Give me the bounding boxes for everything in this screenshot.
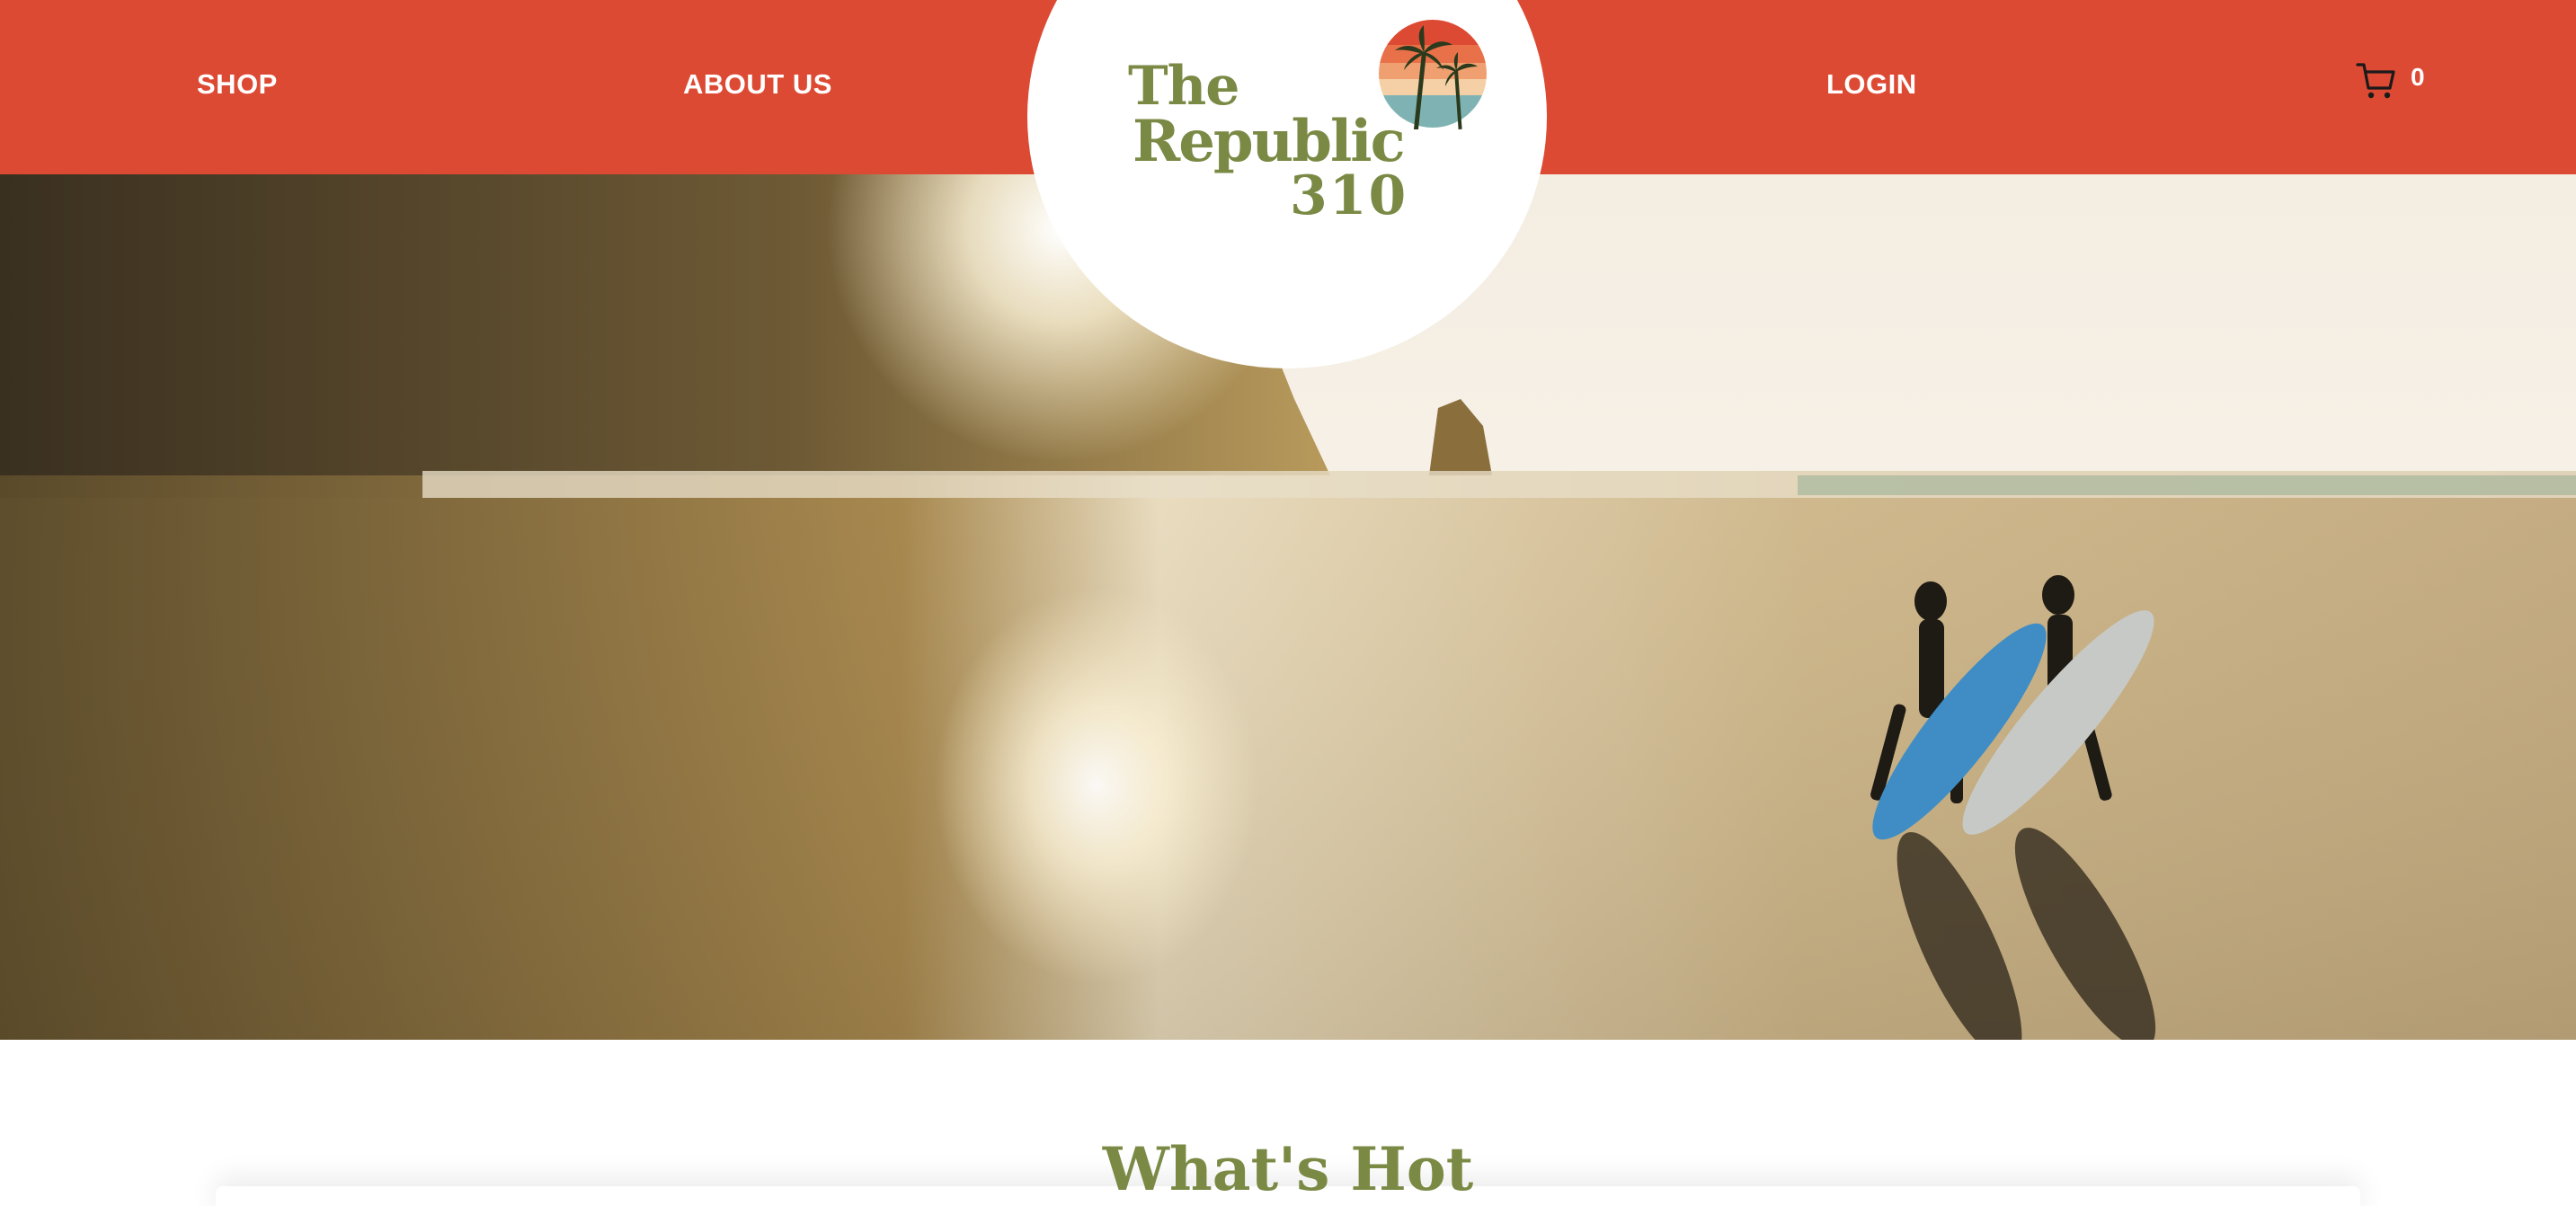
logo-text-republic: Republic xyxy=(1133,108,1406,175)
shopping-cart-icon xyxy=(2356,63,2395,99)
cart-button[interactable]: 0 xyxy=(2355,59,2425,102)
nav-about-link[interactable]: ABOUT US xyxy=(683,68,832,101)
whats-hot-heading: What's Hot xyxy=(1102,1134,1474,1204)
nav-login-link[interactable]: LOGIN xyxy=(1826,68,1917,101)
page: SHOP ABOUT US LOGIN 0 The Republic 310 W… xyxy=(0,0,2576,1206)
logo-text-310: 310 xyxy=(1290,164,1408,227)
nav-shop-link[interactable]: SHOP xyxy=(197,68,278,101)
cart-count-badge: 0 xyxy=(2411,63,2425,91)
logo-text-the: The xyxy=(1128,55,1239,118)
site-logo[interactable]: The Republic 310 xyxy=(1124,16,1492,223)
